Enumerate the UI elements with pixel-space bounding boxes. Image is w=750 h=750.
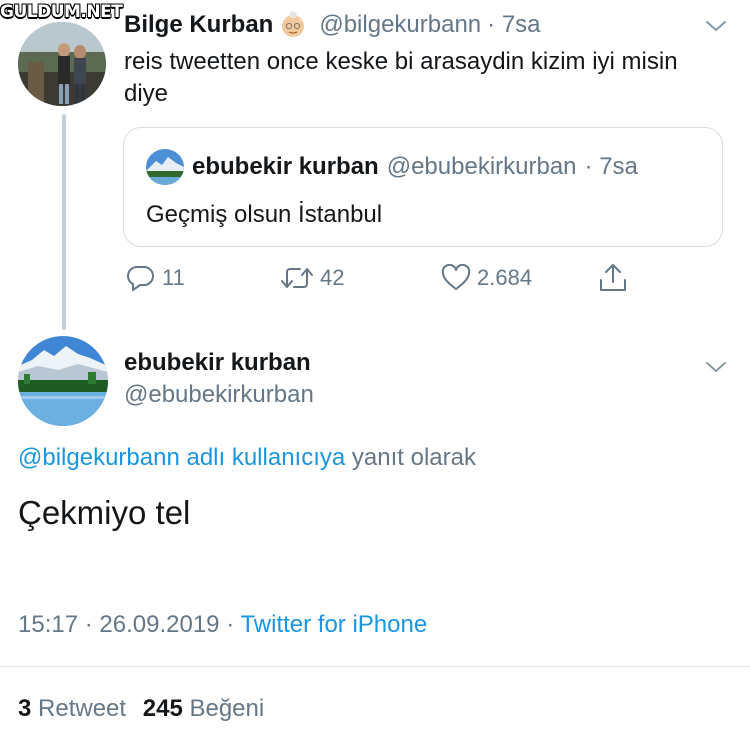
- tweet2-meta: 15:17 · 26.09.2019 · Twitter for iPhone: [18, 611, 427, 639]
- meta-separator: ·: [84, 611, 93, 638]
- grandma-emoji-icon: [282, 11, 305, 37]
- quoted-author-name: ebubekir kurban: [192, 153, 379, 180]
- tweet1-header: Bilge Kurban @bilgekurbann · 7sa: [124, 11, 541, 39]
- retweet-count: 42: [320, 265, 345, 290]
- retweet-stat-label: Retweet: [38, 695, 127, 722]
- tweet1-text: reis tweetten once keske bi arasaydin ki…: [124, 48, 678, 107]
- reply-icon: [127, 265, 154, 291]
- like-count: 2.684: [477, 265, 533, 290]
- share-icon[interactable]: [597, 262, 629, 294]
- divider: [0, 666, 750, 667]
- tweet1-author-name[interactable]: Bilge Kurban: [124, 11, 273, 39]
- like-icon: [441, 264, 471, 290]
- tweet2-date: 26.09.2019: [99, 611, 220, 638]
- tweet2-text: Çekmiyo tel: [18, 494, 191, 531]
- reply-count: 11: [162, 265, 185, 290]
- thread-connector: [62, 114, 66, 330]
- retweet-action[interactable]: 42: [280, 264, 344, 292]
- quoted-time: · 7sa: [584, 153, 638, 180]
- retweet-icon: [281, 268, 313, 288]
- reply-to-suffix: yanıt olarak: [351, 444, 476, 471]
- tweet2-time: 15:17: [18, 611, 79, 638]
- engagement-stats: 3 Retweet 245 Beğeni: [18, 695, 264, 723]
- meta-separator: ·: [226, 611, 235, 638]
- reply-to-line: @bilgekurbann adlı kullanıcıya yanıt ola…: [18, 444, 476, 472]
- chevron-down-icon[interactable]: [704, 359, 728, 375]
- ebubekir-avatar[interactable]: [18, 336, 108, 426]
- quoted-header: ebubekir kurban @ebubekirkurban · 7sa: [192, 153, 638, 181]
- retweet-stat-count: 3: [18, 695, 32, 722]
- like-stat-count: 245: [142, 695, 183, 722]
- reply-action[interactable]: 11: [126, 264, 185, 292]
- retweet-stat[interactable]: 3 Retweet: [18, 695, 126, 722]
- like-stat[interactable]: 245 Beğeni: [143, 695, 264, 722]
- quoted-avatar: [146, 149, 184, 185]
- mountain-photo-icon: [146, 149, 184, 185]
- reply-to-link[interactable]: @bilgekurbann adlı kullanıcıya: [18, 444, 345, 471]
- watermark-logo: GULDUM.NET: [0, 2, 123, 22]
- tweet2-handle[interactable]: @ebubekirkurban: [124, 381, 314, 409]
- mountain-photo-icon: [18, 336, 108, 426]
- avatar-photo-icon: [18, 22, 106, 106]
- chevron-down-icon[interactable]: [704, 18, 728, 34]
- tweet2-author-name[interactable]: ebubekir kurban: [124, 349, 311, 377]
- quoted-text: Geçmiş olsun İstanbul: [146, 201, 383, 228]
- like-stat-label: Beğeni: [189, 695, 265, 722]
- tweet1-time: · 7sa: [487, 11, 541, 38]
- quoted-handle: @ebubekirkurban: [386, 153, 577, 180]
- bilge-avatar[interactable]: [18, 22, 106, 106]
- tweet2-source[interactable]: Twitter for iPhone: [240, 611, 427, 638]
- like-action[interactable]: 2.684: [441, 264, 532, 292]
- tweet1-handle[interactable]: @bilgekurbann: [319, 11, 481, 39]
